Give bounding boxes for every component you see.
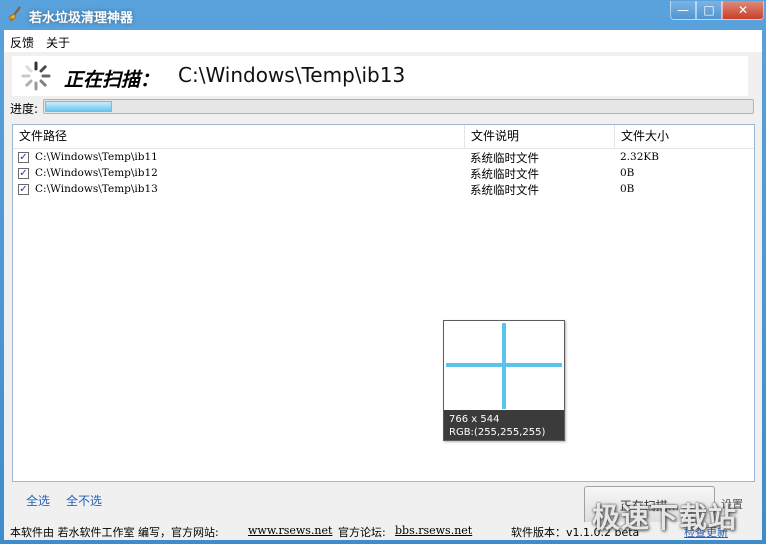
- status-credit: 本软件由 若水软件工作室 编写，官方网站:: [10, 526, 219, 539]
- broom-icon: [8, 6, 21, 22]
- file-size: 0B: [620, 183, 635, 195]
- menu-feedback[interactable]: 反馈: [10, 34, 34, 51]
- progress-bar-fill: [45, 101, 112, 112]
- file-row[interactable]: ✓ C:\Windows\Temp\ib13 系统临时文件 0B: [13, 182, 754, 198]
- watermark-logo: 极速下载站: [592, 501, 738, 534]
- row-checkbox[interactable]: ✓: [18, 184, 29, 195]
- website-link[interactable]: www.rsews.net: [248, 524, 332, 537]
- tooltip-size: 766 x 544: [449, 414, 500, 425]
- app-window: 若水垃圾清理神器 — □ ✕ 反馈 关于 正在扫描： C:\Windows\Te…: [0, 0, 766, 544]
- progress-label: 进度:: [10, 102, 39, 116]
- file-path: C:\Windows\Temp\ib12: [35, 167, 158, 179]
- minimize-button[interactable]: —: [670, 1, 696, 20]
- file-path: C:\Windows\Temp\ib11: [35, 151, 158, 163]
- close-button[interactable]: ✕: [722, 1, 764, 20]
- color-picker-tooltip: 766 x 544 RGB:(255,255,255): [443, 320, 565, 441]
- column-header-description[interactable]: 文件说明: [465, 125, 615, 148]
- file-row[interactable]: ✓ C:\Windows\Temp\ib11 系统临时文件 2.32KB: [13, 150, 754, 166]
- title-bar[interactable]: 若水垃圾清理神器 — □ ✕: [0, 0, 766, 30]
- loading-spinner-icon: [21, 61, 51, 91]
- row-checkbox[interactable]: ✓: [18, 152, 29, 163]
- file-description: 系统临时文件: [470, 151, 539, 165]
- tooltip-rgb: RGB:(255,255,255): [449, 427, 546, 438]
- file-description: 系统临时文件: [470, 167, 539, 181]
- row-checkbox[interactable]: ✓: [18, 168, 29, 179]
- scan-status-panel: 正在扫描： C:\Windows\Temp\ib13: [12, 56, 748, 96]
- file-size: 2.32KB: [620, 151, 659, 163]
- progress-bar: [43, 99, 754, 114]
- forum-link[interactable]: bbs.rsews.net: [395, 524, 472, 537]
- menu-about[interactable]: 关于: [46, 34, 70, 51]
- file-list-header: 文件路径 文件说明 文件大小: [13, 125, 754, 149]
- scan-status-label: 正在扫描：: [64, 69, 160, 91]
- window-title: 若水垃圾清理神器: [29, 11, 134, 26]
- column-header-size[interactable]: 文件大小: [615, 125, 754, 148]
- file-row[interactable]: ✓ C:\Windows\Temp\ib12 系统临时文件 0B: [13, 166, 754, 182]
- select-none-link[interactable]: 全不选: [66, 492, 102, 509]
- select-all-link[interactable]: 全选: [26, 492, 50, 509]
- file-list[interactable]: 文件路径 文件说明 文件大小 ✓ C:\Windows\Temp\ib11 系统…: [12, 124, 755, 482]
- client-area: 反馈 关于 正在扫描： C:\Windows\Temp\ib13 进度: 文件路…: [4, 30, 762, 540]
- forum-label: 官方论坛:: [338, 526, 386, 539]
- crosshair-horizontal: [446, 363, 562, 367]
- maximize-button[interactable]: □: [696, 1, 722, 20]
- column-header-path[interactable]: 文件路径: [13, 125, 465, 148]
- file-description: 系统临时文件: [470, 183, 539, 197]
- tooltip-info: 766 x 544 RGB:(255,255,255): [444, 410, 564, 440]
- scan-current-path: C:\Windows\Temp\ib13: [178, 63, 406, 87]
- menu-bar: 反馈 关于: [4, 30, 762, 52]
- file-path: C:\Windows\Temp\ib13: [35, 183, 158, 195]
- file-size: 0B: [620, 167, 635, 179]
